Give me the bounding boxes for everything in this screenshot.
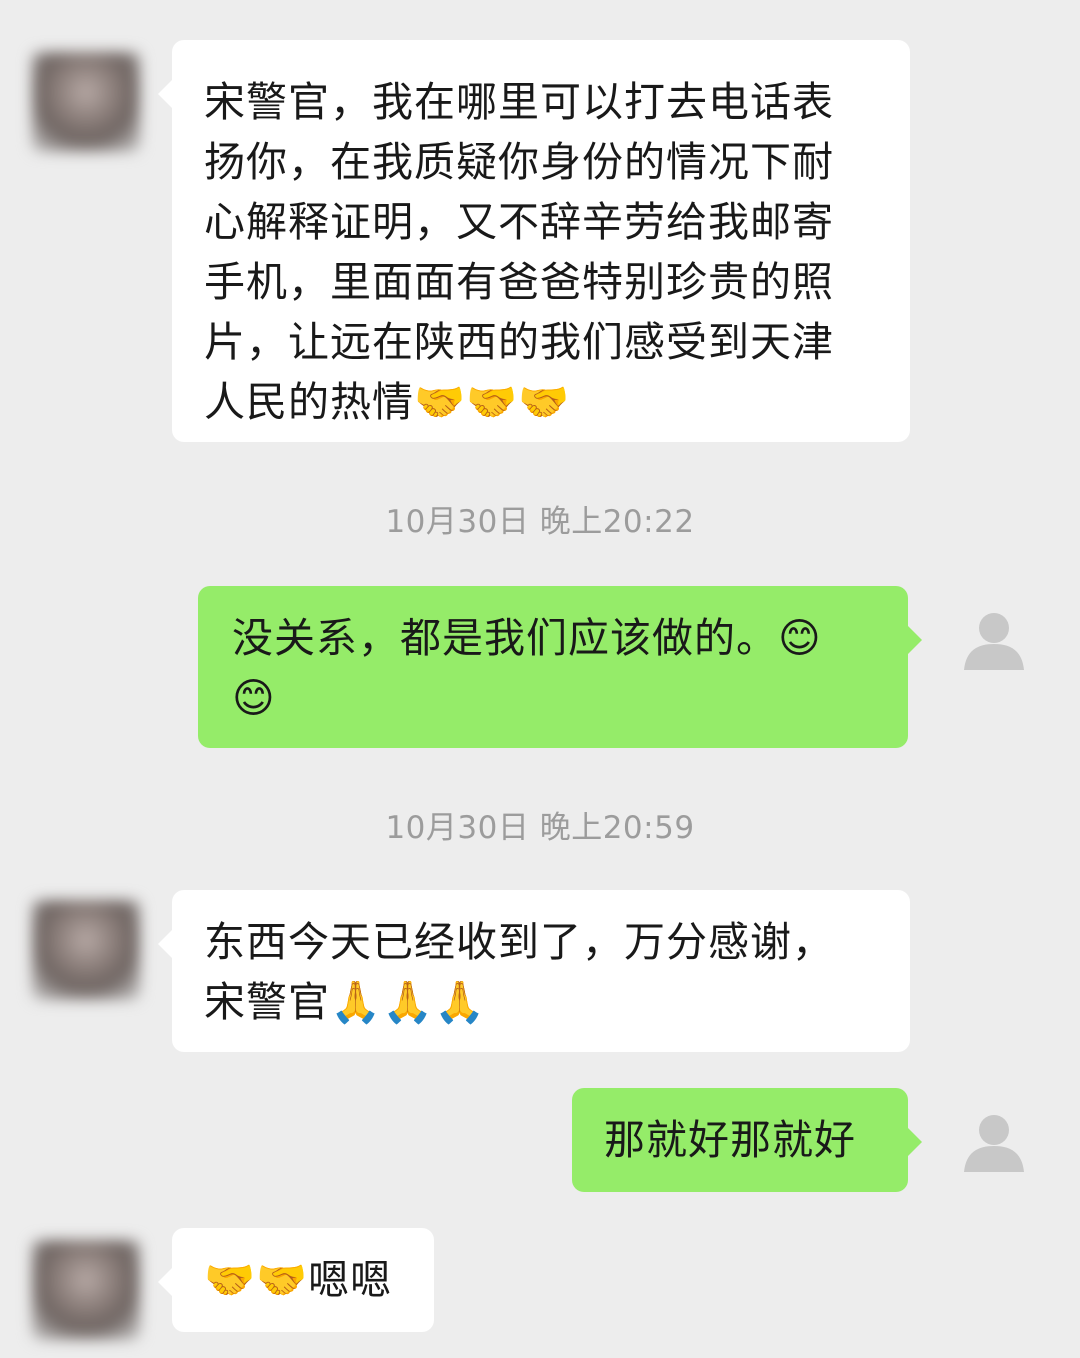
message-text-line: 🤝🤝嗯嗯 xyxy=(204,1256,393,1304)
message-text-line: 那就好那就好 xyxy=(604,1116,856,1164)
my-avatar[interactable] xyxy=(958,1106,1030,1178)
default-user-icon xyxy=(964,613,1024,670)
message-text-line: 😊 xyxy=(232,674,276,722)
message-bubble-incoming[interactable]: 🤝🤝嗯嗯 xyxy=(158,1228,434,1332)
message-text-line: 没关系，都是我们应该做的。😊 xyxy=(232,614,822,662)
message-text-line: 东西今天已经收到了，万分感谢， xyxy=(204,918,834,966)
message-bubble-incoming[interactable]: 宋警官，我在哪里可以打去电话表 扬你，在我质疑你身份的情况下耐 心解释证明，又不… xyxy=(158,40,910,442)
default-user-icon xyxy=(964,1115,1024,1172)
message-text-line: 扬你，在我质疑你身份的情况下耐 xyxy=(204,138,834,186)
message-text-line: 片，让远在陕西的我们感受到天津 xyxy=(204,318,834,366)
message-text-line: 心解释证明，又不辞辛劳给我邮寄 xyxy=(204,198,834,246)
my-avatar[interactable] xyxy=(958,604,1030,676)
message-text-line: 宋警官🙏🙏🙏 xyxy=(204,978,487,1026)
message-bubble-outgoing[interactable]: 那就好那就好 xyxy=(572,1088,922,1192)
contact-avatar[interactable] xyxy=(32,1240,140,1340)
message-timestamp: 10月30日 晚上20:22 xyxy=(385,504,695,540)
message-text-line: 人民的热情🤝🤝🤝 xyxy=(204,378,571,426)
message-bubble-outgoing[interactable]: 没关系，都是我们应该做的。😊 😊 xyxy=(198,586,922,748)
message-text-line: 宋警官，我在哪里可以打去电话表 xyxy=(204,78,834,126)
message-timestamp: 10月30日 晚上20:59 xyxy=(385,810,695,846)
contact-avatar[interactable] xyxy=(32,900,140,1000)
message-bubble-incoming[interactable]: 东西今天已经收到了，万分感谢， 宋警官🙏🙏🙏 xyxy=(158,890,910,1052)
message-text-line: 手机，里面面有爸爸特别珍贵的照 xyxy=(204,258,834,306)
contact-avatar[interactable] xyxy=(32,52,140,152)
